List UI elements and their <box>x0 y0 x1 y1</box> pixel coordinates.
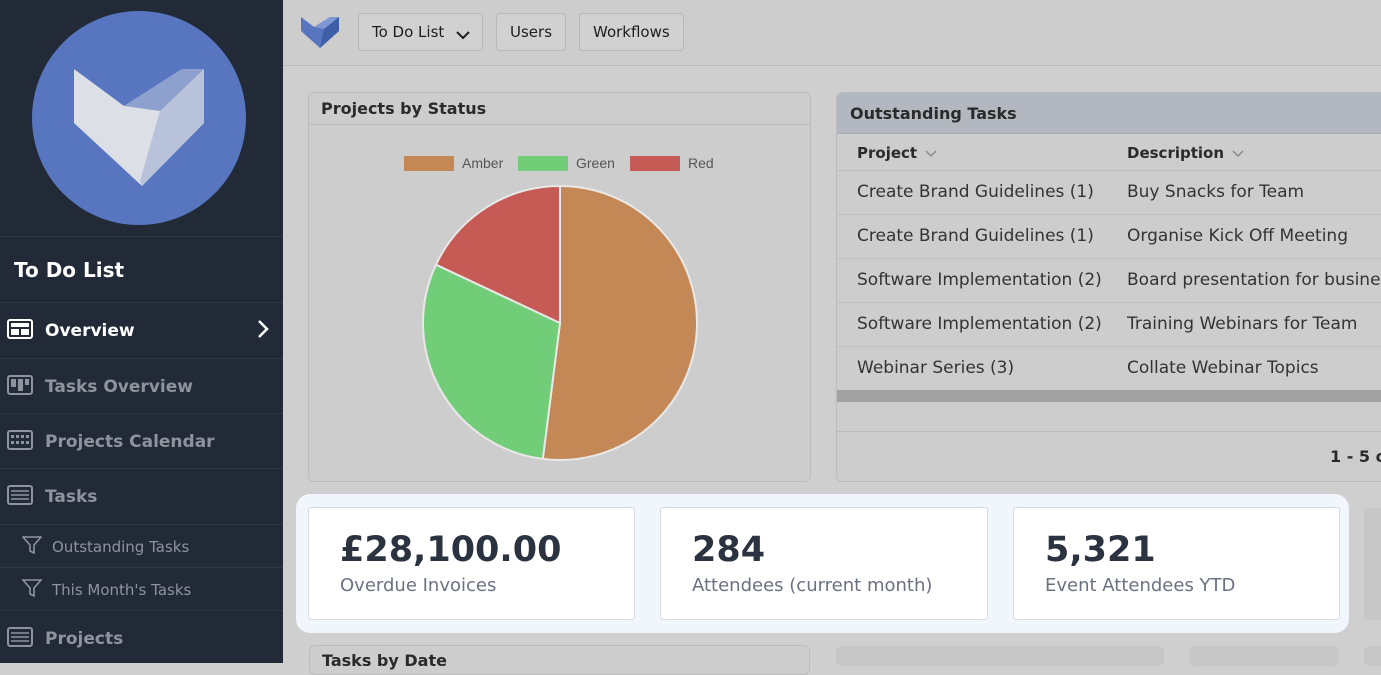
sidebar-item-this-months-tasks[interactable]: This Month's Tasks <box>0 568 283 611</box>
horizontal-scrollbar[interactable] <box>837 390 1381 402</box>
filter-icon <box>21 535 43 559</box>
kpi-value: 284 <box>692 530 766 570</box>
users-button[interactable]: Users <box>496 13 567 51</box>
chevron-right-icon <box>257 319 269 343</box>
sidebar-item-label: Tasks <box>45 486 98 507</box>
workflows-button[interactable]: Workflows <box>579 13 684 51</box>
kpi-card-attendees-month[interactable]: 284 Attendees (current month) <box>660 507 988 620</box>
sidebar-item-label: Outstanding Tasks <box>52 537 190 556</box>
app-menu-dropdown[interactable]: To Do List <box>358 13 483 51</box>
kpi-value: 5,321 <box>1045 530 1156 570</box>
sort-chevron-icon <box>925 144 937 162</box>
top-bar: To Do List Users Workflows <box>283 0 1381 66</box>
sidebar-item-label: Projects Calendar <box>45 431 215 452</box>
projects-by-status-panel: Projects by Status Amber Green Red <box>308 92 811 482</box>
app-logo[interactable] <box>32 11 246 225</box>
sidebar-item-tasks-overview[interactable]: Tasks Overview <box>0 359 283 414</box>
sidebar-item-projects[interactable]: Projects <box>0 611 283 666</box>
dashboard-icon <box>7 318 33 343</box>
table-row[interactable]: Software Implementation (2) Board presen… <box>837 259 1381 303</box>
table-row[interactable]: Create Brand Guidelines (1) Organise Kic… <box>837 215 1381 259</box>
table-icon <box>7 484 33 509</box>
kpi-caption: Overdue Invoices <box>340 575 497 596</box>
app-menu-label: To Do List <box>372 23 445 41</box>
table-icon <box>7 626 33 651</box>
table-header: Project Description <box>837 134 1381 171</box>
tasks-by-date-panel: Tasks by Date <box>309 645 810 675</box>
filter-icon <box>21 578 43 602</box>
sidebar-item-label: Overview <box>45 320 135 341</box>
pagination-info: 1 - 5 o <box>1330 447 1381 466</box>
kpi-card-overdue-invoices[interactable]: £28,100.00 Overdue Invoices <box>308 507 635 620</box>
pie-chart <box>422 184 698 461</box>
table-row[interactable]: Software Implementation (2) Training Web… <box>837 303 1381 347</box>
kanban-icon <box>7 374 33 399</box>
column-header-description[interactable]: Description <box>1127 144 1244 162</box>
sidebar-item-label: This Month's Tasks <box>52 580 192 599</box>
sidebar-item-outstanding-tasks[interactable]: Outstanding Tasks <box>0 525 283 568</box>
pie-slice-amber[interactable] <box>541 184 698 461</box>
table-row[interactable]: Webinar Series (3) Collate Webinar Topic… <box>837 347 1381 391</box>
sidebar-item-label: Projects <box>45 628 124 649</box>
sidebar-item-projects-calendar[interactable]: Projects Calendar <box>0 414 283 469</box>
column-header-project[interactable]: Project <box>857 144 937 162</box>
chevron-down-icon <box>456 26 470 44</box>
outstanding-tasks-panel: Outstanding Tasks Project Description Cr… <box>836 92 1381 482</box>
sidebar-app-title: To Do List <box>14 258 125 282</box>
kpi-value: £28,100.00 <box>340 530 562 570</box>
sidebar-item-overview[interactable]: Overview <box>0 303 283 358</box>
sidebar-item-tasks[interactable]: Tasks <box>0 469 283 524</box>
app-logo-small[interactable] <box>300 13 340 53</box>
panel-title: Tasks by Date <box>322 651 447 670</box>
sidebar-item-label: Tasks Overview <box>45 376 193 397</box>
kpi-caption: Attendees (current month) <box>692 575 933 596</box>
sort-chevron-icon <box>1232 144 1244 162</box>
kpi-caption: Event Attendees YTD <box>1045 575 1236 596</box>
sidebar: To Do List Overview Tasks Overview Proje… <box>0 0 283 663</box>
kpi-card-attendees-ytd[interactable]: 5,321 Event Attendees YTD <box>1013 507 1340 620</box>
table-row[interactable]: Create Brand Guidelines (1) Buy Snacks f… <box>837 171 1381 215</box>
kpi-highlight: £28,100.00 Overdue Invoices 284 Attendee… <box>296 494 1349 633</box>
calendar-icon <box>7 429 33 454</box>
panel-title: Outstanding Tasks <box>850 104 1017 123</box>
